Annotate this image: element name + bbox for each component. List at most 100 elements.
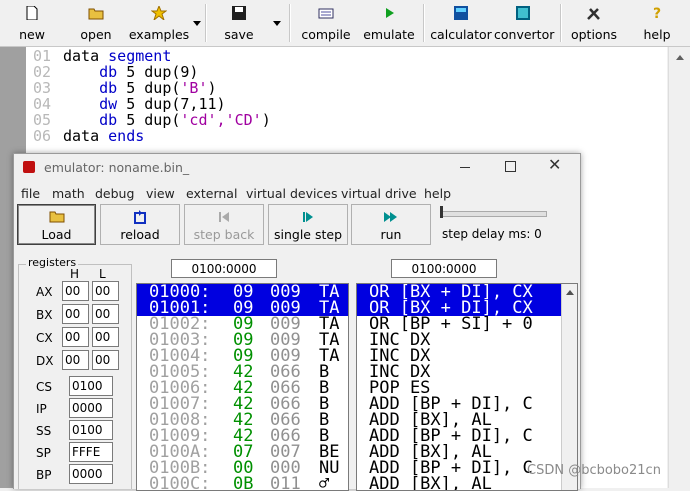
load-button[interactable]: Load <box>17 204 96 245</box>
memory-hex-value: 0B <box>233 474 254 491</box>
dx-high-field[interactable]: 00 <box>62 350 89 370</box>
convertor-button[interactable]: convertor <box>494 2 554 44</box>
disassembly-row[interactable]: ADD [BX], AL <box>357 412 561 428</box>
disassembly-instruction: INC DX <box>369 332 431 348</box>
close-icon[interactable]: ✕ <box>548 155 561 174</box>
disassembly-row[interactable]: ADD [BP + DI], C <box>357 396 561 412</box>
high-byte-header: H <box>70 267 80 281</box>
menu-view[interactable]: view <box>146 186 175 201</box>
memory-char-value: ♂ <box>319 474 330 491</box>
disassembly-address-field[interactable]: 0100:0000 <box>391 259 497 278</box>
ax-high-field[interactable]: 00 <box>62 281 89 301</box>
save-button[interactable]: save <box>214 2 264 44</box>
disassembly-instruction: INC DX <box>369 348 431 364</box>
help-button[interactable]: ? help <box>632 2 682 44</box>
disassembly-instruction: OR [BP + SI] + 0 <box>369 316 533 332</box>
maximize-icon[interactable] <box>505 161 516 172</box>
toolbar-separator <box>205 4 207 42</box>
cx-low-field[interactable]: 00 <box>92 327 119 347</box>
star-icon <box>151 6 167 20</box>
examples-dropdown-icon[interactable] <box>193 21 201 26</box>
step-delay-slider-thumb[interactable] <box>440 206 443 218</box>
code-line: db 5 dup('cd','CD') <box>99 111 271 129</box>
disassembly-instruction: INC DX <box>369 364 431 380</box>
disassembly-row[interactable]: ADD [BP + DI], C <box>357 428 561 444</box>
register-name: CS <box>36 380 52 394</box>
menu-file[interactable]: file <box>21 186 40 201</box>
bx-low-field[interactable]: 00 <box>92 304 119 324</box>
disassembly-row[interactable]: INC DX <box>357 348 561 364</box>
examples-button[interactable]: examples <box>128 2 190 44</box>
memory-address: 0100C: <box>149 474 211 491</box>
dx-low-field[interactable]: 00 <box>92 350 119 370</box>
disassembly-row[interactable]: ADD [BX], AL <box>357 476 561 491</box>
ip-field[interactable]: 0000 <box>69 398 113 418</box>
disassembly-row[interactable]: ADD [BX], AL <box>357 444 561 460</box>
open-folder-icon <box>88 8 104 20</box>
ss-field[interactable]: 0100 <box>69 420 113 440</box>
compile-button[interactable]: compile <box>298 2 354 44</box>
menu-virtual-drive[interactable]: virtual drive <box>341 186 417 201</box>
disassembly-instruction: ADD [BP + DI], C <box>369 428 533 444</box>
emulator-window: emulator: noname.bin_ ✕ file math debug … <box>13 153 581 491</box>
scroll-up-icon[interactable] <box>566 290 574 295</box>
emulate-button[interactable]: emulate <box>360 2 418 44</box>
memory-row[interactable]: 0100C: 0B 011 ♂ <box>137 476 348 491</box>
register-name: CX <box>36 331 53 345</box>
low-byte-header: L <box>99 267 106 281</box>
open-folder-icon <box>49 211 64 223</box>
disassembly-scrollbar[interactable] <box>561 284 577 490</box>
step-back-button[interactable]: step back <box>184 204 264 245</box>
toolbar-separator <box>289 4 291 42</box>
disassembly-row[interactable]: OR [BP + SI] + 0 <box>357 316 561 332</box>
scroll-up-icon[interactable] <box>676 55 684 60</box>
single-step-button[interactable]: single step <box>268 204 348 245</box>
disassembly-instruction: ADD [BX], AL <box>369 476 492 491</box>
disassembly-row[interactable]: INC DX <box>357 332 561 348</box>
disassembly-row[interactable]: INC DX <box>357 364 561 380</box>
disassembly-list[interactable]: OR [BX + DI], CX OR [BX + DI], CX OR [BP +… <box>356 283 578 491</box>
disassembly-row[interactable]: OR [BX + DI], CX <box>357 284 561 300</box>
emulator-app-icon <box>23 161 35 173</box>
bx-high-field[interactable]: 00 <box>62 304 89 324</box>
convertor-icon <box>516 6 530 20</box>
bp-field[interactable]: 0000 <box>69 464 113 484</box>
ax-low-field[interactable]: 00 <box>92 281 119 301</box>
open-button[interactable]: open <box>68 2 124 44</box>
options-button[interactable]: options <box>568 2 620 44</box>
toolbar-separator <box>423 4 425 42</box>
run-icon <box>384 212 397 222</box>
cx-high-field[interactable]: 00 <box>62 327 89 347</box>
menu-debug[interactable]: debug <box>95 186 134 201</box>
new-file-icon <box>26 6 38 20</box>
svg-text:?: ? <box>653 6 661 20</box>
step-back-icon <box>219 212 229 222</box>
disassembly-row[interactable]: POP ES <box>357 380 561 396</box>
save-dropdown-icon[interactable] <box>273 21 281 26</box>
disassembly-instruction: ADD [BP + DI], C <box>369 460 533 476</box>
menu-math[interactable]: math <box>52 186 85 201</box>
sp-field[interactable]: FFFE <box>69 442 113 462</box>
reload-button[interactable]: reload <box>100 204 180 245</box>
menu-help[interactable]: help <box>424 186 451 201</box>
minimize-icon[interactable] <box>460 167 470 168</box>
memory-address-field[interactable]: 0100:0000 <box>171 259 277 278</box>
menu-virtual-devices[interactable]: virtual devices <box>246 186 338 201</box>
menu-external[interactable]: external <box>186 186 237 201</box>
cs-field[interactable]: 0100 <box>69 376 113 396</box>
editor-vertical-scrollbar[interactable] <box>668 47 690 488</box>
calculator-button[interactable]: calculator <box>430 2 492 44</box>
register-name: IP <box>36 402 47 416</box>
register-name: SS <box>36 424 52 438</box>
disassembly-row[interactable]: OR [BX + DI], CX <box>357 300 561 316</box>
register-name: SP <box>36 446 51 460</box>
memory-list[interactable]: 01000: 09 009 TA 01001: 09 009 TA 01002: 09 009 TA 0… <box>136 283 349 491</box>
floppy-disk-icon <box>232 6 246 20</box>
register-name: DX <box>36 354 54 368</box>
single-step-icon <box>303 212 313 222</box>
new-button[interactable]: new <box>6 2 58 44</box>
code-line: data segment <box>63 47 172 65</box>
disassembly-instruction: OR [BX + DI], CX <box>369 284 533 300</box>
run-button[interactable]: run <box>351 204 431 245</box>
step-delay-slider[interactable] <box>441 211 547 217</box>
